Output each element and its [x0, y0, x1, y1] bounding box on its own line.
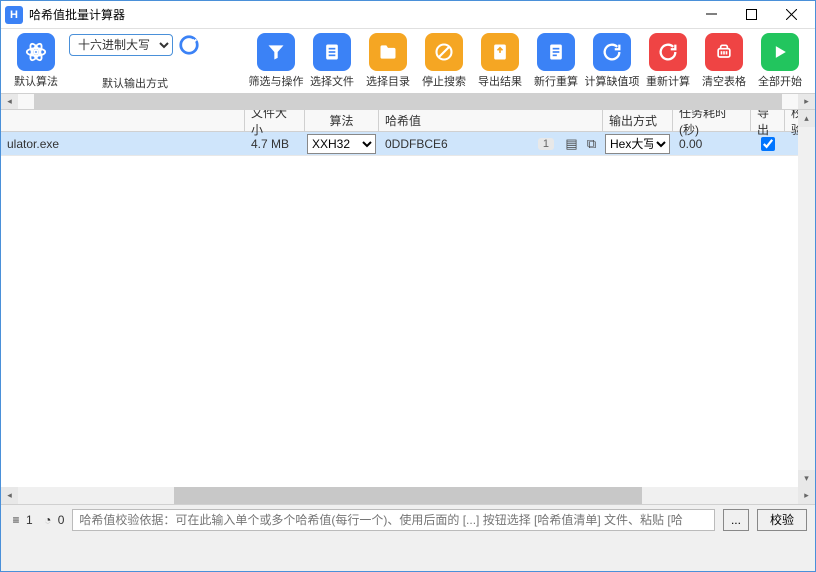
start-all-label: 全部开始 — [758, 73, 802, 89]
verify-button[interactable]: 校验 — [757, 509, 807, 531]
filter-label: 筛选与操作 — [249, 73, 304, 89]
stop-search-label: 停止搜索 — [422, 73, 466, 89]
list-icon[interactable]: ▤ — [564, 136, 580, 152]
scroll-right-icon[interactable]: ▸ — [798, 94, 815, 109]
export-label: 导出结果 — [478, 73, 522, 89]
export-checkbox[interactable] — [761, 137, 775, 151]
scroll-right-icon[interactable]: ▸ — [798, 487, 815, 504]
maximize-button[interactable] — [731, 1, 771, 29]
ring-count-icon: ◔ — [41, 513, 55, 527]
app-icon: H — [5, 6, 23, 24]
calc-missing-button[interactable]: 计算缺值项 — [585, 33, 639, 89]
window-title: 哈希值批量计算器 — [29, 6, 691, 23]
refresh-icon[interactable] — [177, 33, 201, 57]
ring-count-stat: ◔ 0 — [41, 513, 65, 527]
col-filename[interactable] — [1, 110, 245, 131]
vscrollbar[interactable]: ▴ ▾ — [798, 110, 815, 487]
col-export[interactable]: 导出 — [751, 110, 785, 131]
output-format-label: 默认输出方式 — [102, 75, 168, 91]
close-button[interactable] — [771, 1, 811, 29]
bottom-hscrollbar[interactable]: ◂ ▸ — [1, 487, 815, 504]
cell-algo[interactable]: XXH32 — [305, 132, 379, 155]
verify-input[interactable] — [72, 509, 715, 531]
algo-select[interactable]: XXH32 — [307, 134, 376, 154]
start-all-button[interactable]: 全部开始 — [753, 33, 807, 89]
col-algo[interactable]: 算法 — [305, 110, 379, 131]
table-row[interactable]: ulator.exe 4.7 MB XXH32 0DDFBCE61 ▤ ⧉ He… — [1, 132, 815, 156]
recalc-all-button[interactable]: 重新计算 — [641, 33, 695, 89]
list-count-icon: ≡ — [9, 513, 23, 527]
recalc-new-label: 新行重算 — [534, 73, 578, 89]
clear-label: 清空表格 — [702, 73, 746, 89]
minimize-button[interactable] — [691, 1, 731, 29]
cell-hash: 0DDFBCE61 — [379, 132, 561, 155]
titlebar: H 哈希值批量计算器 — [1, 1, 815, 29]
toolbar: 默认算法 十六进制大写 默认输出方式 筛选与操作 选择文件 选择目录 停止搜索 … — [1, 29, 815, 93]
recalc-new-button[interactable]: 新行重算 — [529, 33, 583, 89]
select-dir-label: 选择目录 — [366, 73, 410, 89]
export-button[interactable]: 导出结果 — [473, 33, 527, 89]
top-hscrollbar[interactable]: ◂ ▸ — [1, 93, 815, 110]
filter-button[interactable]: 筛选与操作 — [249, 33, 303, 89]
scroll-up-icon[interactable]: ▴ — [798, 110, 815, 127]
table-area: 文件大小 算法 哈希值 输出方式 任务耗时 (秒) 导出 校验 ulator.e… — [1, 110, 815, 504]
cell-filename: ulator.exe — [1, 132, 245, 155]
output-format-dropdown-wrap: 十六进制大写 默认输出方式 — [69, 33, 201, 91]
statusbar: ≡ 1 ◔ 0 ... 校验 — [1, 504, 815, 534]
default-algo-label: 默认算法 — [14, 73, 58, 89]
col-filesize[interactable]: 文件大小 — [245, 110, 305, 131]
select-dir-button[interactable]: 选择目录 — [361, 33, 415, 89]
calc-missing-label: 计算缺值项 — [585, 73, 640, 89]
cell-filesize: 4.7 MB — [245, 132, 305, 155]
cell-output[interactable]: Hex大写 — [603, 132, 673, 155]
cell-export[interactable] — [751, 132, 785, 155]
scroll-left-icon[interactable]: ◂ — [1, 94, 18, 109]
col-hash[interactable]: 哈希值 — [379, 110, 603, 131]
select-file-label: 选择文件 — [310, 73, 354, 89]
col-elapsed[interactable]: 任务耗时 (秒) — [673, 110, 751, 131]
default-algo-button[interactable]: 默认算法 — [9, 33, 63, 89]
browse-button[interactable]: ... — [723, 509, 749, 531]
clear-button[interactable]: 清空表格 — [697, 33, 751, 89]
col-output[interactable]: 输出方式 — [603, 110, 673, 131]
list-count-stat: ≡ 1 — [9, 513, 33, 527]
scroll-left-icon[interactable]: ◂ — [1, 487, 18, 504]
scroll-down-icon[interactable]: ▾ — [798, 470, 815, 487]
output-select[interactable]: Hex大写 — [605, 134, 670, 154]
stop-search-button[interactable]: 停止搜索 — [417, 33, 471, 89]
cell-hash-actions: ▤ ⧉ — [561, 132, 603, 155]
table-header: 文件大小 算法 哈希值 输出方式 任务耗时 (秒) 导出 校验 — [1, 110, 815, 132]
cell-elapsed: 0.00 — [673, 132, 751, 155]
copy-icon[interactable]: ⧉ — [584, 136, 600, 152]
select-file-button[interactable]: 选择文件 — [305, 33, 359, 89]
output-format-select[interactable]: 十六进制大写 — [69, 34, 173, 56]
recalc-all-label: 重新计算 — [646, 73, 690, 89]
hash-count-badge: 1 — [538, 138, 554, 150]
